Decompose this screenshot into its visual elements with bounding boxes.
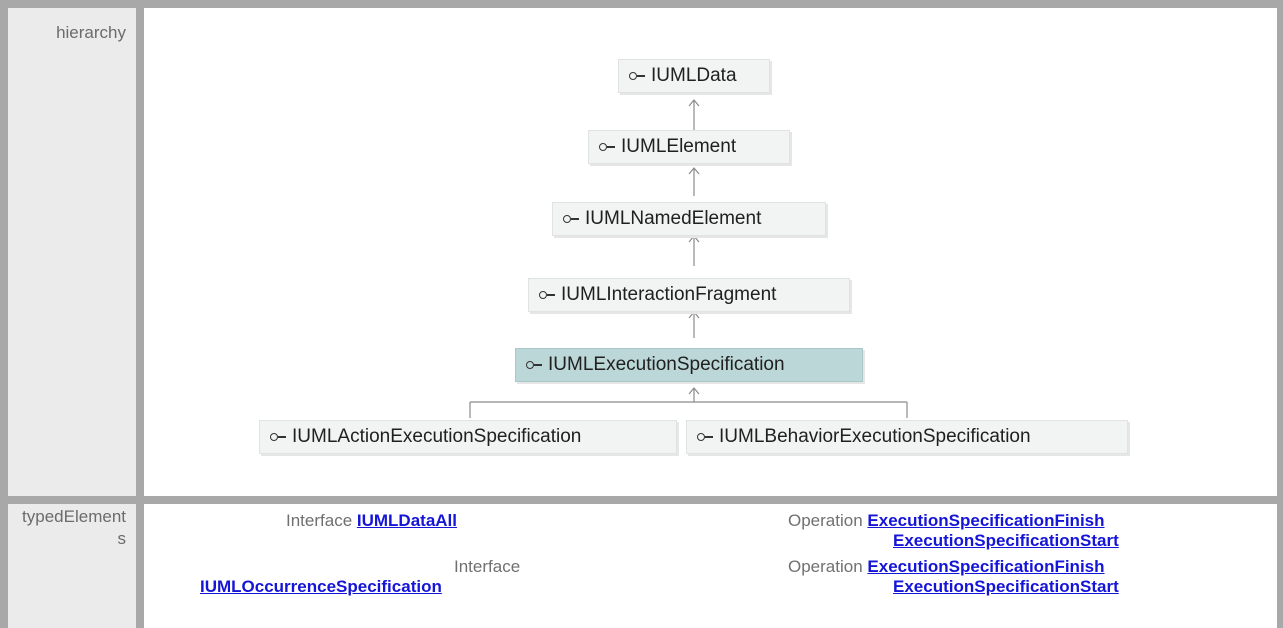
interface-icon	[563, 215, 579, 223]
typed-element-2-interface: IUMLOccurrenceSpecification	[200, 577, 442, 597]
interface-icon	[539, 291, 555, 299]
documentation-table: hierarchy IUMLData IUMLElement IUMLNamed…	[0, 0, 1283, 628]
interface-kind: Interface	[454, 557, 521, 576]
node-label: IUMLInteractionFragment	[561, 284, 777, 305]
hierarchy-label-cell: hierarchy	[0, 0, 136, 504]
table-border-left	[0, 0, 8, 628]
typed-elements-label-cell: typedElements	[0, 504, 136, 628]
node-label: IUMLNamedElement	[585, 208, 762, 229]
interface-icon	[270, 433, 286, 441]
interface-icon	[599, 143, 615, 151]
typed-elements-row: typedElements Interface IUMLDataAll Oper…	[0, 504, 1283, 628]
operation-kind: Operation	[788, 511, 863, 530]
node-iumlinteractionfragment[interactable]: IUMLInteractionFragment	[528, 278, 850, 312]
node-label: IUMLBehaviorExecutionSpecification	[719, 426, 1031, 447]
hierarchy-label: hierarchy	[56, 23, 126, 42]
interface-link[interactable]: IUMLOccurrenceSpecification	[200, 577, 442, 596]
interface-link[interactable]: IUMLDataAll	[357, 511, 457, 530]
node-label: IUMLData	[651, 65, 737, 86]
table-border-right	[1277, 0, 1283, 628]
table-border-middle	[0, 496, 1283, 504]
node-iumlbehaviorexecutionspecification[interactable]: IUMLBehaviorExecutionSpecification	[686, 420, 1128, 454]
node-iumlnamedelement[interactable]: IUMLNamedElement	[552, 202, 826, 236]
typed-element-2-operation-2: ExecutionSpecificationStart	[893, 577, 1119, 597]
interface-icon	[629, 72, 645, 80]
typed-element-2-interface-kind: Interface	[454, 557, 520, 577]
node-iumlactionexecutionspecification[interactable]: IUMLActionExecutionSpecification	[259, 420, 677, 454]
operation-link[interactable]: ExecutionSpecificationFinish	[867, 557, 1104, 576]
typed-element-1-operations: Operation ExecutionSpecificationFinish	[788, 511, 1105, 531]
node-label: IUMLExecutionSpecification	[548, 354, 785, 375]
hierarchy-diagram: IUMLData IUMLElement IUMLNamedElement IU…	[136, 0, 1283, 504]
interface-kind: Interface	[286, 511, 353, 530]
operation-kind: Operation	[788, 557, 863, 576]
node-iumlelement[interactable]: IUMLElement	[588, 130, 790, 164]
typed-element-1-interface: Interface IUMLDataAll	[286, 511, 457, 531]
interface-icon	[526, 361, 542, 369]
operation-link[interactable]: ExecutionSpecificationStart	[893, 577, 1119, 596]
node-iumlexecutionspecification[interactable]: IUMLExecutionSpecification	[515, 348, 863, 382]
table-border-top	[0, 0, 1283, 8]
typed-elements-label: typedElements	[22, 507, 126, 548]
interface-icon	[697, 433, 713, 441]
node-label: IUMLElement	[621, 136, 737, 157]
node-iumldata[interactable]: IUMLData	[618, 59, 770, 93]
typed-element-2-operations: Operation ExecutionSpecificationFinish	[788, 557, 1105, 577]
operation-link[interactable]: ExecutionSpecificationFinish	[867, 511, 1104, 530]
hierarchy-row: hierarchy IUMLData IUMLElement IUMLNamed…	[0, 0, 1283, 504]
typed-element-1-operation-2: ExecutionSpecificationStart	[893, 531, 1119, 551]
typed-elements-content: Interface IUMLDataAll Operation Executio…	[136, 504, 1283, 628]
operation-link[interactable]: ExecutionSpecificationStart	[893, 531, 1119, 550]
node-label: IUMLActionExecutionSpecification	[292, 426, 582, 447]
table-border-separator	[136, 0, 144, 628]
